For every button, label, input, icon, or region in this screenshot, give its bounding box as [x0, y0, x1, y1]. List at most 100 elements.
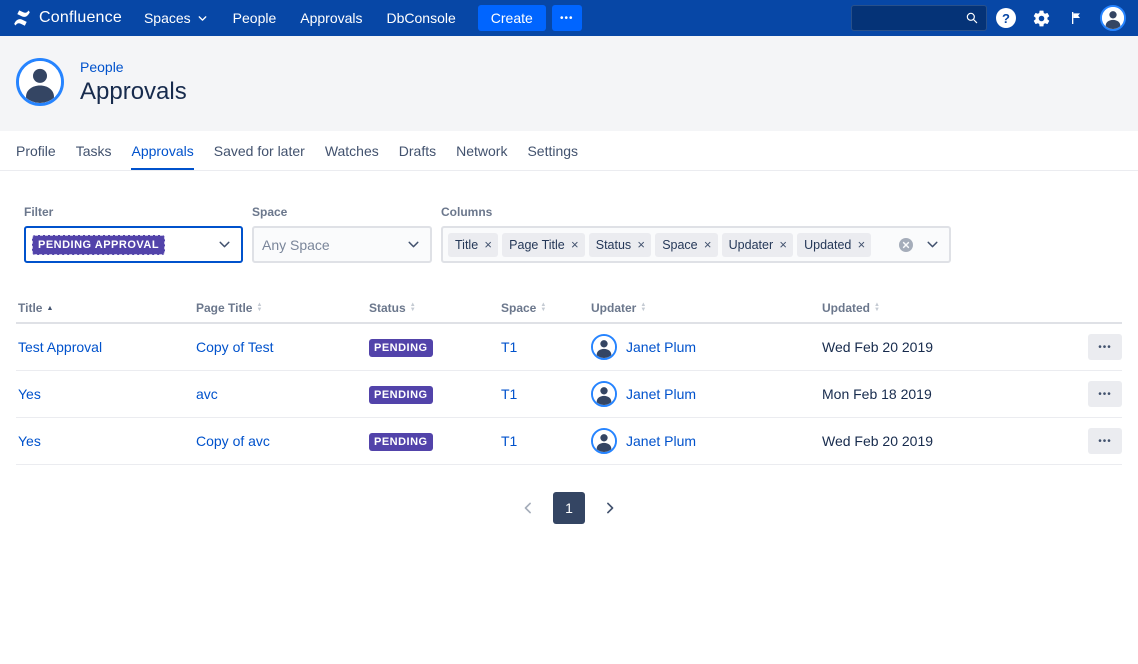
space-select[interactable]: Any Space	[252, 226, 432, 263]
filter-select[interactable]: PENDING APPROVAL	[24, 226, 243, 263]
column-header-title[interactable]: Title ▲	[16, 301, 196, 315]
tab-settings[interactable]: Settings	[527, 131, 578, 170]
column-header-space[interactable]: Space ▲▼	[501, 301, 591, 315]
columns-label: Columns	[441, 205, 951, 219]
breadcrumb-people-link[interactable]: People	[80, 59, 187, 75]
search-box[interactable]	[851, 5, 987, 31]
remove-chip-icon[interactable]: ×	[775, 237, 791, 253]
chevron-down-icon	[196, 12, 209, 25]
chevron-down-icon	[924, 236, 941, 253]
row-more-button[interactable]: •••	[1088, 334, 1122, 360]
column-chip-status: Status ×	[589, 233, 651, 257]
tab-profile[interactable]: Profile	[16, 131, 56, 170]
nav-item-dbconsole[interactable]: DbConsole	[375, 0, 468, 36]
remove-chip-icon[interactable]: ×	[480, 237, 496, 253]
updater-link[interactable]: Janet Plum	[626, 339, 696, 355]
nav-item-approvals[interactable]: Approvals	[288, 0, 374, 36]
page-header-text: People Approvals	[80, 59, 187, 106]
filter-group-space: Space Any Space	[252, 205, 432, 263]
cell-space: T1	[501, 433, 591, 449]
filter-bar: Filter PENDING APPROVAL Space Any Space …	[0, 171, 1138, 263]
cell-updated: Mon Feb 18 2019	[822, 386, 1068, 402]
page-title: Approvals	[80, 78, 187, 106]
space-link[interactable]: T1	[501, 339, 517, 355]
updater-avatar[interactable]	[591, 334, 617, 360]
remove-chip-icon[interactable]: ×	[700, 237, 716, 253]
updater-avatar[interactable]	[591, 428, 617, 454]
nav-item-spaces[interactable]: Spaces	[132, 0, 221, 36]
sort-icon: ▲▼	[410, 303, 416, 313]
row-more-button[interactable]: •••	[1088, 428, 1122, 454]
column-header-status[interactable]: Status ▲▼	[369, 301, 501, 315]
nav-item-people[interactable]: People	[221, 0, 289, 36]
cell-title: Yes	[16, 433, 196, 449]
table-row: Test Approval Copy of Test PENDING T1 Ja…	[16, 324, 1122, 371]
brand-name: Confluence	[39, 9, 122, 27]
page-title-link[interactable]: avc	[196, 386, 218, 402]
flag-button[interactable]	[1060, 2, 1092, 34]
nav-item-spaces-label: Spaces	[144, 10, 191, 26]
tab-saved-for-later[interactable]: Saved for later	[214, 131, 305, 170]
sort-icon: ▲▼	[640, 303, 646, 313]
page-title-link[interactable]: Copy of avc	[196, 433, 270, 449]
cell-actions: •••	[1068, 428, 1122, 454]
space-link[interactable]: T1	[501, 433, 517, 449]
create-button[interactable]: Create	[478, 5, 546, 31]
clear-all-icon[interactable]	[898, 237, 914, 253]
column-chip-page-title-label: Page Title	[509, 238, 565, 252]
column-header-updated[interactable]: Updated ▲▼	[822, 301, 1068, 315]
column-header-updater[interactable]: Updater ▲▼	[591, 301, 822, 315]
space-link[interactable]: T1	[501, 386, 517, 402]
column-chip-page-title: Page Title ×	[502, 233, 585, 257]
cell-status: PENDING	[369, 385, 501, 404]
previous-page-button[interactable]	[518, 498, 538, 518]
approval-title-link[interactable]: Yes	[18, 386, 41, 402]
help-button[interactable]: ?	[990, 2, 1022, 34]
filter-selected-tag[interactable]: PENDING APPROVAL	[32, 235, 165, 255]
cell-space: T1	[501, 386, 591, 402]
nav-more-button[interactable]: •••	[552, 5, 582, 31]
tab-approvals[interactable]: Approvals	[131, 131, 193, 170]
next-page-button[interactable]	[600, 498, 620, 518]
remove-chip-icon[interactable]: ×	[633, 237, 649, 253]
approval-title-link[interactable]: Test Approval	[18, 339, 102, 355]
confluence-app: Confluence Spaces People Approvals DbCon…	[0, 0, 1138, 524]
tab-watches[interactable]: Watches	[325, 131, 379, 170]
row-more-button[interactable]: •••	[1088, 381, 1122, 407]
cell-actions: •••	[1068, 334, 1122, 360]
table-header-row: Title ▲ Page Title ▲▼ Status ▲▼ Space ▲▼…	[16, 301, 1122, 324]
page-title-link[interactable]: Copy of Test	[196, 339, 274, 355]
tab-drafts[interactable]: Drafts	[399, 131, 436, 170]
search-input[interactable]	[859, 11, 965, 26]
column-header-title-label: Title	[18, 301, 42, 315]
column-header-updated-label: Updated	[822, 301, 870, 315]
settings-button[interactable]	[1025, 2, 1057, 34]
remove-chip-icon[interactable]: ×	[853, 237, 869, 253]
tab-tasks[interactable]: Tasks	[76, 131, 112, 170]
column-header-status-label: Status	[369, 301, 406, 315]
updater-avatar[interactable]	[591, 381, 617, 407]
tab-network[interactable]: Network	[456, 131, 507, 170]
page-header: People Approvals	[0, 36, 1138, 131]
page-number-button[interactable]: 1	[553, 492, 585, 524]
pagination: 1	[0, 492, 1138, 524]
column-chip-status-label: Status	[596, 238, 631, 252]
updater-link[interactable]: Janet Plum	[626, 433, 696, 449]
updater-link[interactable]: Janet Plum	[626, 386, 696, 402]
cell-status: PENDING	[369, 432, 501, 451]
cell-actions: •••	[1068, 381, 1122, 407]
column-chip-updated-label: Updated	[804, 238, 851, 252]
profile-avatar[interactable]	[16, 58, 64, 106]
remove-chip-icon[interactable]: ×	[567, 237, 583, 253]
cell-space: T1	[501, 339, 591, 355]
cell-status: PENDING	[369, 338, 501, 357]
approval-title-link[interactable]: Yes	[18, 433, 41, 449]
user-avatar[interactable]	[1100, 5, 1126, 31]
cell-page-title: Copy of avc	[196, 433, 369, 449]
column-header-space-label: Space	[501, 301, 536, 315]
sort-icon: ▲▼	[256, 303, 262, 313]
columns-select[interactable]: Title × Page Title × Status × Space × Up…	[441, 226, 951, 263]
nav-item-people-label: People	[233, 10, 277, 26]
confluence-home-link[interactable]: Confluence	[12, 8, 122, 28]
column-header-page-title[interactable]: Page Title ▲▼	[196, 301, 369, 315]
